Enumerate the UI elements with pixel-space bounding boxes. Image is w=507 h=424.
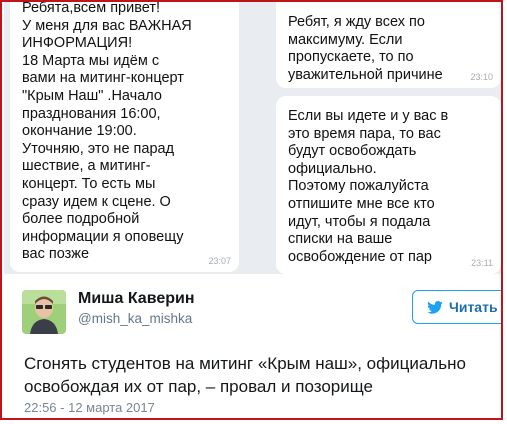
message-line: идут, чтобы я подала xyxy=(288,213,431,230)
message-line: шествие, а митинг- xyxy=(22,158,151,175)
author-name[interactable]: Миша Каверин xyxy=(78,290,195,308)
chat-message-right-1: Ребят, я жду всех по максимуму. Если про… xyxy=(276,2,501,88)
message-line: концерт. То есть мы xyxy=(22,175,156,192)
message-line: Ребята,всем привет! xyxy=(22,2,161,16)
chat-screenshot: Ребята,всем привет! У меня для вас ВАЖНА… xyxy=(4,2,501,274)
message-line: ИНФОРМАЦИЯ! xyxy=(22,35,133,52)
message-line: сразу идем к сцене. О xyxy=(22,193,171,210)
message-line: Поэтому пожалуйста xyxy=(288,178,429,195)
message-line: "Крым Наш" .Начало xyxy=(22,87,162,104)
message-timestamp: 23:07 xyxy=(208,256,231,266)
message-line: максимуму. Если xyxy=(288,31,403,48)
message-line: вами на митинг-концерт xyxy=(22,70,184,87)
message-timestamp: 23:11 xyxy=(471,258,493,268)
message-text: Ребят, я жду всех по максимуму. Если про… xyxy=(288,14,501,84)
message-line: празднования 16:00, xyxy=(22,105,161,122)
message-line: освобождение от пар xyxy=(288,248,432,265)
message-timestamp: 23:10 xyxy=(470,72,493,82)
message-line: официально. xyxy=(288,160,377,177)
message-line: более подробной xyxy=(22,211,140,228)
message-line: У меня для вас ВАЖНАЯ xyxy=(22,17,192,34)
message-line: списки на ваше xyxy=(288,231,393,248)
tweet-card: Миша Каверин @mish_ka_mishka Читать Сгон… xyxy=(4,274,501,418)
message-line: информации я оповещу xyxy=(22,228,184,245)
tweet-timestamp[interactable]: 22:56 - 12 марта 2017 xyxy=(24,400,155,415)
author-handle[interactable]: @mish_ka_mishka xyxy=(78,311,192,326)
message-text: Если вы идете и у вас в это время пара, … xyxy=(288,108,501,266)
avatar-image xyxy=(22,290,66,334)
twitter-bird-icon xyxy=(427,300,443,314)
avatar[interactable] xyxy=(22,290,66,334)
message-line: вас позже xyxy=(22,246,90,263)
message-line: Если вы идете и у вас в xyxy=(288,108,449,124)
message-line: окончание 19:00. xyxy=(22,123,137,140)
message-line: Уточняю, это не парад xyxy=(22,140,175,157)
tweet-text-line: освобождая их от пар, – провал и позорищ… xyxy=(24,377,373,396)
message-line: уважительной причине xyxy=(288,66,443,83)
follow-label: Читать xyxy=(449,299,498,315)
message-line: 18 Марта мы идём с xyxy=(22,52,160,69)
chat-message-left: Ребята,всем привет! У меня для вас ВАЖНА… xyxy=(10,2,239,272)
follow-button[interactable]: Читать xyxy=(412,290,501,324)
tweet-text-line: Сгонять студентов на митинг «Крым наш», … xyxy=(24,354,466,373)
message-line: отпишите мне все кто xyxy=(288,195,435,212)
tweet-text: Сгонять студентов на митинг «Крым наш», … xyxy=(24,352,494,398)
message-text: Ребята,всем привет! У меня для вас ВАЖНА… xyxy=(22,2,239,264)
message-line: Ребят, я жду всех по xyxy=(288,14,425,30)
message-line: это время пара, то вас xyxy=(288,125,441,142)
message-line: пропускаете, то по xyxy=(288,49,414,66)
chat-message-right-2: Если вы идете и у вас в это время пара, … xyxy=(276,96,501,274)
screenshot-frame: Ребята,всем привет! У меня для вас ВАЖНА… xyxy=(0,0,503,420)
message-line: будут освобождать xyxy=(288,143,417,160)
